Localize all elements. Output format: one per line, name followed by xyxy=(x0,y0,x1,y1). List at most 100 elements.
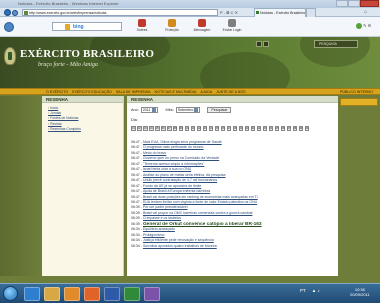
minimize-button[interactable] xyxy=(336,0,348,7)
toolbar-item-label: Sobres xyxy=(136,28,148,32)
nav-item-ajuda[interactable]: AJUDA xyxy=(200,89,212,95)
close-button[interactable] xyxy=(360,0,379,7)
day-button[interactable]: 12 xyxy=(196,126,202,131)
news-link[interactable]: Israel tenta criar a sua no ONU xyxy=(143,167,191,171)
media-icon[interactable] xyxy=(64,287,80,301)
news-link[interactable]: Brasil vai propor na OMC barreiras comer… xyxy=(143,211,253,215)
news-link[interactable]: O programa mais perfurante do mundo xyxy=(143,145,204,149)
nav-item-exercito-educacao[interactable]: EXÉRCITO EDUCAÇÃO xyxy=(72,89,112,95)
year-select[interactable]: 2011 xyxy=(140,107,158,113)
clock[interactable]: 10:36 20/09/2011 xyxy=(350,287,370,297)
news-link[interactable]: Mais EUA, Dilma elogia seus programas de… xyxy=(143,140,222,144)
right-banner[interactable] xyxy=(340,98,378,106)
day-button[interactable]: 10 xyxy=(184,126,190,131)
paint-icon[interactable] xyxy=(144,287,160,301)
new-tab-button[interactable] xyxy=(306,8,316,17)
back-button[interactable] xyxy=(4,9,11,16)
news-link[interactable]: Protagonismo xyxy=(143,233,165,237)
day-button[interactable]: 26 xyxy=(280,126,286,131)
news-link[interactable]: Ajuda de Brasil à Europa enfrenta barrei… xyxy=(143,189,210,193)
news-link[interactable]: "Temema acesso amplo a informações" xyxy=(143,162,204,166)
day-button[interactable]: 30 xyxy=(304,126,310,131)
site-brand[interactable]: EXÉRCITO BRASILEIRO xyxy=(20,48,154,60)
news-link[interactable]: Justiça eficiente pede renovação e sequê… xyxy=(143,238,214,242)
day-button[interactable]: 19 xyxy=(238,126,244,131)
addon-icon xyxy=(356,23,362,29)
toolbar-extra-icons[interactable]: ✎ ⚙ xyxy=(356,23,371,29)
ie-icon[interactable] xyxy=(24,287,40,301)
site-search-box[interactable]: PESQUISA xyxy=(314,40,358,48)
day-button[interactable]: 28 xyxy=(292,126,298,131)
day-button[interactable]: 27 xyxy=(286,126,292,131)
maximize-button[interactable] xyxy=(348,0,360,7)
home-star-gear-icon[interactable]: ⌂ xyxy=(364,9,367,15)
toolbar-item-enviar-login[interactable]: Enviar Login xyxy=(220,19,244,32)
news-link[interactable]: O impasse e os lasbelos xyxy=(143,216,181,220)
tab-noticias[interactable]: Notícias - Exército Brasileiro xyxy=(254,8,306,17)
day-button[interactable]: 01 xyxy=(131,126,136,131)
month-value: Setembro xyxy=(177,108,194,112)
day-button[interactable]: 05 xyxy=(154,126,160,131)
start-button[interactable] xyxy=(3,286,18,301)
day-button[interactable]: 29 xyxy=(298,126,304,131)
font-decrease-button[interactable] xyxy=(256,41,262,47)
news-link[interactable]: Fundo da UE já se aproxima de limite xyxy=(143,184,201,188)
news-link[interactable]: Suicídios apurados quatro trabalhos de M… xyxy=(143,244,217,248)
day-button[interactable]: 24 xyxy=(268,126,274,131)
day-button[interactable]: 23 xyxy=(262,126,268,131)
day-button[interactable]: 09 xyxy=(178,126,184,131)
news-bullet: - xyxy=(140,178,142,183)
year-label: Ano: xyxy=(131,108,139,112)
nav-item-sala-imprensa[interactable]: SALA DE IMPRENSA xyxy=(116,89,151,95)
day-button[interactable]: 08 xyxy=(172,126,178,131)
news-link[interactable]: Brasil cai duas posições em ranking de e… xyxy=(143,195,258,199)
forward-button[interactable] xyxy=(12,10,18,16)
day-button[interactable]: 11 xyxy=(190,126,196,131)
day-button[interactable]: 04 xyxy=(148,126,154,131)
news-time: 06:47 xyxy=(131,172,140,177)
day-button[interactable]: 20 xyxy=(244,126,250,131)
day-button[interactable]: 13 xyxy=(202,126,208,131)
folder-icon[interactable] xyxy=(44,287,60,301)
day-button[interactable]: 21 xyxy=(250,126,256,131)
day-button[interactable]: 17 xyxy=(226,126,232,131)
news-link[interactable]: General de Orkut convence catópio a libe… xyxy=(143,222,262,227)
nav-item-junte-se[interactable]: JUNTE-SE A NÓS xyxy=(216,89,245,95)
day-button[interactable]: 02 xyxy=(136,126,142,131)
address-actions[interactable]: P - ⊠ C ✕ xyxy=(220,10,238,15)
toolbar-item-sobres[interactable]: Sobres xyxy=(130,19,154,32)
firefox-icon[interactable] xyxy=(84,287,100,301)
search-button[interactable]: Pesquisar xyxy=(207,107,232,113)
news-link[interactable]: EUA tentam limitar com virginia a fonte … xyxy=(143,200,257,204)
nav-item-exercito[interactable]: O EXÉRCITO xyxy=(46,89,68,95)
toolbar-item-mensagem[interactable]: Mensagem xyxy=(190,19,214,32)
news-link[interactable]: Por um padre presidenciável xyxy=(143,205,188,209)
day-button[interactable]: 07 xyxy=(166,126,172,131)
language-indicator[interactable]: PT xyxy=(300,288,306,293)
day-button[interactable]: 22 xyxy=(256,126,262,131)
day-button[interactable]: 14 xyxy=(208,126,214,131)
news-link[interactable]: União prevê contratação de 4,7 mil funci… xyxy=(143,178,217,182)
day-button[interactable]: 25 xyxy=(274,126,280,131)
site-search-label: PESQUISA xyxy=(319,42,337,46)
bing-search-box[interactable]: bing xyxy=(52,22,122,31)
day-button[interactable]: 16 xyxy=(220,126,226,131)
news-link[interactable]: Equilíbrio ameaçado xyxy=(143,227,175,231)
news-link[interactable]: Governo quer eu preso na Comissão da Ver… xyxy=(143,156,219,160)
font-increase-button[interactable] xyxy=(263,41,269,47)
day-button[interactable]: 15 xyxy=(214,126,220,131)
browser-logo-icon[interactable] xyxy=(4,22,14,32)
word-icon[interactable] xyxy=(104,287,120,301)
nav-item-noticias-multimidia[interactable]: NOTÍCIAS E MULTIMÍDIA xyxy=(155,89,197,95)
url-field[interactable]: http://www.exercito.gov.br/web/imprensa/… xyxy=(22,9,218,16)
day-button[interactable]: 18 xyxy=(232,126,238,131)
news-link[interactable]: Análise ao plano de metas seria efetiva,… xyxy=(143,173,226,177)
month-select[interactable]: Setembro xyxy=(175,107,201,113)
excel-icon[interactable] xyxy=(124,287,140,301)
news-link[interactable]: Medo do bravo xyxy=(143,151,166,155)
day-button[interactable]: 06 xyxy=(160,126,166,131)
day-button[interactable]: 03 xyxy=(142,126,148,131)
toolbar-item-protecao[interactable]: Proteção xyxy=(160,19,184,32)
nav-item-publico-interno[interactable]: PÚBLICO INTERNO xyxy=(340,89,373,95)
left-link-resenhas[interactable]: Resenhas Completo xyxy=(48,127,123,132)
